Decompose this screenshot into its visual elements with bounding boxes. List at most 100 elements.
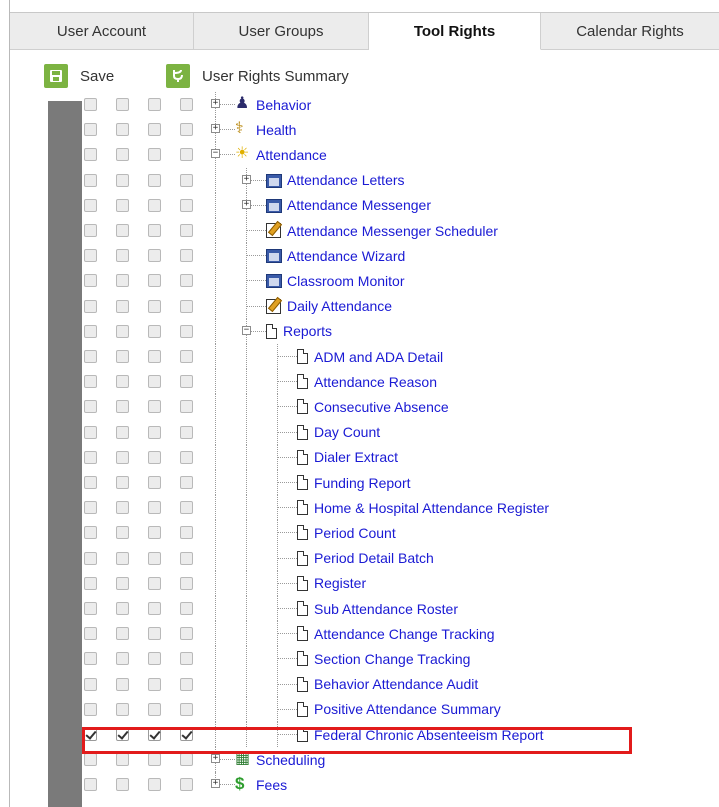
rights-checkbox-2[interactable] [116,350,129,363]
rights-checkbox-1[interactable] [84,576,97,590]
rights-checkbox-2[interactable] [116,299,129,313]
tree-item-label[interactable]: Section Change Tracking [311,646,470,671]
tree-item-label[interactable]: Day Count [311,420,380,445]
tree-item-label[interactable]: Classroom Monitor [284,268,404,293]
rights-checkbox-4[interactable] [180,778,193,792]
rights-checkbox-1[interactable] [84,249,97,263]
tree-item-label[interactable]: Period Count [311,520,396,545]
tree-item-label[interactable]: Home & Hospital Attendance Register [311,495,549,520]
rights-checkbox-3[interactable] [148,375,161,389]
rights-checkbox-1[interactable] [84,425,97,439]
rights-checkbox-4[interactable] [180,148,193,162]
rights-checkbox-1[interactable] [84,702,97,716]
rights-checkbox-1[interactable] [84,123,97,137]
rights-checkbox-3[interactable] [148,400,161,414]
rights-checkbox-4[interactable] [180,224,193,237]
rights-checkbox-1[interactable] [84,551,97,565]
rights-checkbox-2[interactable] [116,274,129,288]
rights-checkbox-2[interactable] [116,98,129,111]
rights-checkbox-3[interactable] [148,173,161,187]
rights-checkbox-4[interactable] [180,375,193,389]
user-rights-summary-button[interactable]: User Rights Summary [166,63,349,89]
rights-checkbox-3[interactable] [148,299,161,313]
rights-checkbox-4[interactable] [180,350,193,363]
rights-checkbox-2[interactable] [116,526,129,540]
rights-checkbox-3[interactable] [148,249,161,263]
rights-checkbox-2[interactable] [116,173,129,187]
rights-checkbox-2[interactable] [116,702,129,716]
rights-checkbox-3[interactable] [148,98,161,111]
rights-checkbox-2[interactable] [116,753,129,767]
rights-checkbox-3[interactable] [148,501,161,515]
rights-checkbox-3[interactable] [148,677,161,691]
rights-checkbox-1[interactable] [84,173,97,187]
rights-checkbox-3[interactable] [148,123,161,137]
rights-checkbox-1[interactable] [84,526,97,540]
rights-checkbox-4[interactable] [180,198,193,212]
rights-checkbox-1[interactable] [84,476,97,489]
rights-checkbox-3[interactable] [148,350,161,363]
rights-checkbox-1[interactable] [84,324,97,338]
rights-checkbox-4[interactable] [180,299,193,313]
rights-checkbox-1[interactable] [84,198,97,212]
tree-item-label[interactable]: Attendance Letters [284,168,405,193]
rights-checkbox-4[interactable] [180,98,193,111]
rights-checkbox-3[interactable] [148,148,161,162]
rights-checkbox-3[interactable] [148,425,161,439]
expand-icon[interactable]: + [242,174,251,184]
rights-checkbox-4[interactable] [180,551,193,565]
rights-checkbox-4[interactable] [180,602,193,615]
tree-item-label[interactable]: Behavior Attendance Audit [311,672,478,697]
rights-checkbox-2[interactable] [116,375,129,389]
rights-checkbox-1[interactable] [84,778,97,792]
rights-checkbox-1[interactable] [84,400,97,414]
rights-checkbox-2[interactable] [116,778,129,792]
rights-checkbox-1[interactable] [84,652,97,666]
tab-user-account[interactable]: User Account [10,13,194,50]
rights-checkbox-2[interactable] [116,425,129,439]
rights-checkbox-2[interactable] [116,123,129,137]
rights-checkbox-3[interactable] [148,198,161,212]
tree-item-label[interactable]: Positive Attendance Summary [311,697,501,722]
tree-item-label[interactable]: Sub Attendance Roster [311,596,458,621]
tree-item-label[interactable]: Register [311,571,366,596]
rights-checkbox-3[interactable] [148,450,161,464]
rights-checkbox-4[interactable] [180,526,193,540]
rights-checkbox-2[interactable] [116,224,129,237]
rights-checkbox-3[interactable] [148,702,161,716]
rights-checkbox-2[interactable] [116,576,129,590]
rights-checkbox-3[interactable] [148,627,161,641]
rights-checkbox-2[interactable] [116,602,129,615]
tab-user-groups[interactable]: User Groups [194,13,369,50]
rights-checkbox-1[interactable] [84,98,97,111]
tree-item-label[interactable]: Funding Report [311,470,411,495]
rights-checkbox-4[interactable] [180,627,193,641]
collapse-icon[interactable]: − [242,325,251,335]
tree-item-label[interactable]: Behavior [253,92,311,117]
rights-checkbox-3[interactable] [148,778,161,792]
rights-checkbox-4[interactable] [180,652,193,666]
rights-checkbox-1[interactable] [84,602,97,615]
rights-checkbox-4[interactable] [180,476,193,489]
tree-item-label[interactable]: Fees [253,772,287,797]
rights-checkbox-4[interactable] [180,677,193,691]
rights-checkbox-2[interactable] [116,450,129,464]
tree-item-label[interactable]: Dialer Extract [311,445,398,470]
rights-checkbox-4[interactable] [180,173,193,187]
tree-item-label[interactable]: Attendance Messenger Scheduler [284,218,498,243]
tree-item-label[interactable]: Daily Attendance [284,294,392,319]
save-button[interactable]: Save [44,63,114,89]
rights-checkbox-2[interactable] [116,652,129,666]
rights-checkbox-1[interactable] [84,224,97,237]
expand-icon[interactable]: + [242,199,251,209]
tab-tool-rights[interactable]: Tool Rights [369,13,541,50]
rights-checkbox-1[interactable] [84,350,97,363]
rights-checkbox-4[interactable] [180,249,193,263]
rights-checkbox-4[interactable] [180,450,193,464]
rights-checkbox-2[interactable] [116,501,129,515]
rights-checkbox-4[interactable] [180,753,193,767]
rights-checkbox-3[interactable] [148,526,161,540]
expand-icon[interactable]: + [211,754,220,764]
rights-checkbox-2[interactable] [116,198,129,212]
tree-item-label[interactable]: Period Detail Batch [311,546,434,571]
